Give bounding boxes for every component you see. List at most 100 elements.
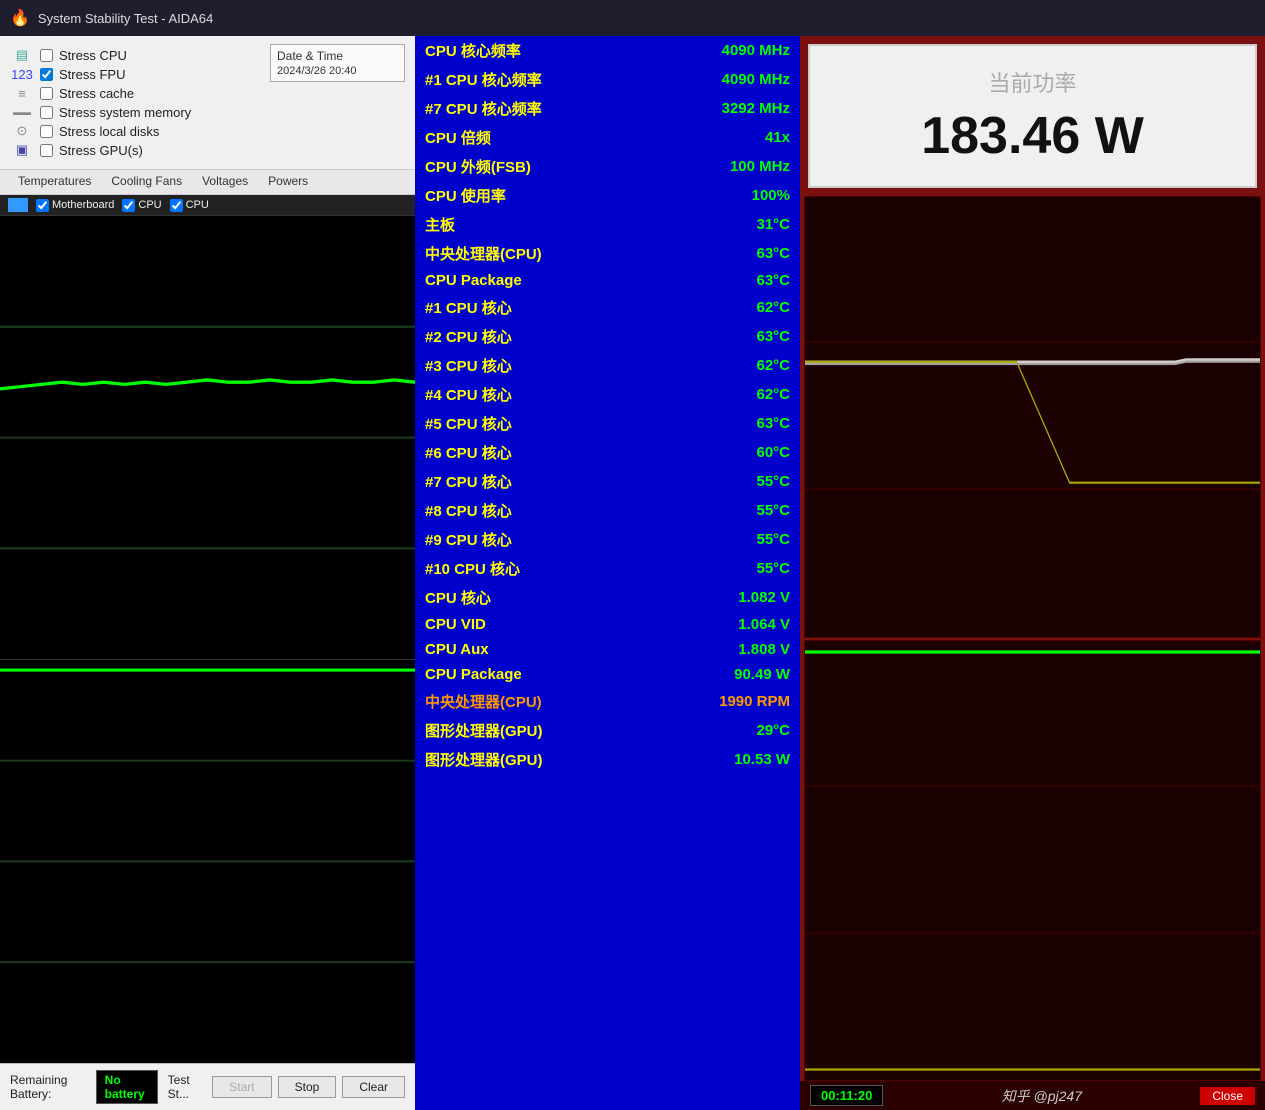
info-row-value: 41x [647, 123, 800, 152]
stress-disks-checkbox[interactable] [40, 125, 53, 138]
info-row-label: #4 CPU 核心 [415, 380, 647, 409]
cpu-usage-chart: 100% 0% [0, 659, 415, 1063]
clear-button[interactable]: Clear [342, 1076, 405, 1098]
stress-memory-row: ▬▬ Stress system memory [10, 104, 270, 120]
power-value: 183.46 W [830, 106, 1235, 166]
flame-icon: 🔥 [10, 8, 30, 28]
info-row-value: 10.53 W [647, 745, 800, 774]
usage-chart-svg [0, 660, 415, 1063]
right-usage-chart: 100% 0% [804, 640, 1261, 1082]
cpu-icon: ▤ [10, 47, 34, 63]
cb-motherboard[interactable]: Motherboard [36, 199, 114, 212]
info-row-value: 100 MHz [647, 152, 800, 181]
stress-fpu-checkbox[interactable] [40, 68, 53, 81]
right-panel: 当前功率 183.46 W 62|64 30 100% [800, 36, 1265, 1110]
info-row-value: 1.808 V [647, 637, 800, 662]
fpu-icon: 123 [10, 66, 34, 82]
stop-button[interactable]: Stop [278, 1076, 337, 1098]
info-row-label: #9 CPU 核心 [415, 525, 647, 554]
temperature-chart: 100 °C 0 °C [0, 215, 415, 659]
info-row-value: 55°C [647, 467, 800, 496]
info-row-label: CPU 核心 [415, 583, 647, 612]
date-title: Date & Time [277, 49, 398, 63]
timer-badge: 00:11:20 [810, 1085, 883, 1106]
info-row-label: #8 CPU 核心 [415, 496, 647, 525]
stress-and-date-area: ▤ Stress CPU 123 Stress FPU ≡ Stress cac… [0, 36, 415, 169]
right-temp-svg [805, 197, 1260, 637]
window-title: System Stability Test - AIDA64 [38, 11, 213, 26]
stress-cache-label: Stress cache [59, 86, 134, 101]
start-button[interactable]: Start [212, 1076, 271, 1098]
stress-cache-row: ≡ Stress cache [10, 85, 270, 101]
chart-container: Motherboard CPU CPU 100 °C 0 °C [0, 195, 415, 1063]
title-bar: 🔥 System Stability Test - AIDA64 [0, 0, 1265, 36]
stress-cache-checkbox[interactable] [40, 87, 53, 100]
info-row-label: #3 CPU 核心 [415, 351, 647, 380]
tab-voltages[interactable]: Voltages [192, 170, 258, 194]
tab-cooling-fans[interactable]: Cooling Fans [101, 170, 192, 194]
stress-gpu-checkbox[interactable] [40, 144, 53, 157]
chart-checkboxes: Motherboard CPU CPU [36, 199, 209, 212]
info-row-label: 中央处理器(CPU) [415, 239, 647, 268]
bottom-right-bar: 00:11:20 知乎 @pj247 Close [800, 1081, 1265, 1110]
left-panel: ▤ Stress CPU 123 Stress FPU ≡ Stress cac… [0, 36, 415, 1110]
stress-cpu-checkbox[interactable] [40, 49, 53, 62]
info-row-label: CPU 外频(FSB) [415, 152, 647, 181]
test-status: Test St... [168, 1073, 203, 1101]
memory-icon: ▬▬ [10, 104, 34, 120]
disk-icon: ⊙ [10, 123, 34, 139]
right-usage-svg [805, 641, 1260, 1081]
watermark: 知乎 @pj247 [1002, 1086, 1082, 1106]
stress-fpu-label: Stress FPU [59, 67, 125, 82]
center-panel: CPU 核心频率4090 MHz#1 CPU 核心频率4090 MHz#7 CP… [415, 36, 800, 1110]
info-row-value: 29°C [647, 716, 800, 745]
stress-disks-label: Stress local disks [59, 124, 159, 139]
info-row-label: CPU 使用率 [415, 181, 647, 210]
cb-cpu2[interactable]: CPU [170, 199, 209, 212]
info-row-label: CPU VID [415, 612, 647, 637]
info-row-value: 55°C [647, 525, 800, 554]
info-row-label: 图形处理器(GPU) [415, 716, 647, 745]
cb-cpu1[interactable]: CPU [122, 199, 161, 212]
main-area: ▤ Stress CPU 123 Stress FPU ≡ Stress cac… [0, 36, 1265, 1110]
info-row-value: 55°C [647, 496, 800, 525]
info-row-value: 31°C [647, 210, 800, 239]
power-display: 当前功率 183.46 W [808, 44, 1257, 188]
info-row-label: #7 CPU 核心频率 [415, 94, 647, 123]
stress-disks-row: ⊙ Stress local disks [10, 123, 270, 139]
date-panel: Date & Time 2024/3/26 20:40 [270, 44, 405, 82]
info-row-label: CPU 核心频率 [415, 36, 647, 65]
date-value: 2024/3/26 20:40 [277, 65, 398, 77]
info-row-label: #10 CPU 核心 [415, 554, 647, 583]
info-row-label: #1 CPU 核心频率 [415, 65, 647, 94]
stress-cpu-label: Stress CPU [59, 48, 127, 63]
stress-cpu-row: ▤ Stress CPU [10, 47, 270, 63]
info-row-value: 4090 MHz [647, 36, 800, 65]
info-row-label: #1 CPU 核心 [415, 293, 647, 322]
power-label: 当前功率 [830, 66, 1235, 98]
tab-powers[interactable]: Powers [258, 170, 318, 194]
info-row-value: 55°C [647, 554, 800, 583]
stress-gpu-row: ▣ Stress GPU(s) [10, 142, 270, 158]
info-row-label: #7 CPU 核心 [415, 467, 647, 496]
info-row-value: 62°C [647, 351, 800, 380]
tab-temperatures[interactable]: Temperatures [8, 170, 101, 194]
info-row-label: 中央处理器(CPU) [415, 687, 647, 716]
info-row-value: 1.082 V [647, 583, 800, 612]
right-charts: 62|64 30 100% 0% [800, 196, 1265, 1081]
info-row-value: 1990 RPM [647, 687, 800, 716]
stress-memory-checkbox[interactable] [40, 106, 53, 119]
info-row-label: CPU Package [415, 662, 647, 687]
info-row-label: #2 CPU 核心 [415, 322, 647, 351]
tabs-bar: Temperatures Cooling Fans Voltages Power… [0, 169, 415, 195]
info-row-label: CPU 倍频 [415, 123, 647, 152]
close-button[interactable]: Close [1200, 1087, 1255, 1105]
info-row-label: #5 CPU 核心 [415, 409, 647, 438]
info-row-label: 图形处理器(GPU) [415, 745, 647, 774]
bottom-bar: Remaining Battery: No battery Test St...… [0, 1063, 415, 1110]
gpu-icon: ▣ [10, 142, 34, 158]
cache-icon: ≡ [10, 85, 34, 101]
stress-memory-label: Stress system memory [59, 105, 191, 120]
right-temp-chart: 62|64 30 [804, 196, 1261, 638]
temp-chart-svg [0, 216, 415, 659]
